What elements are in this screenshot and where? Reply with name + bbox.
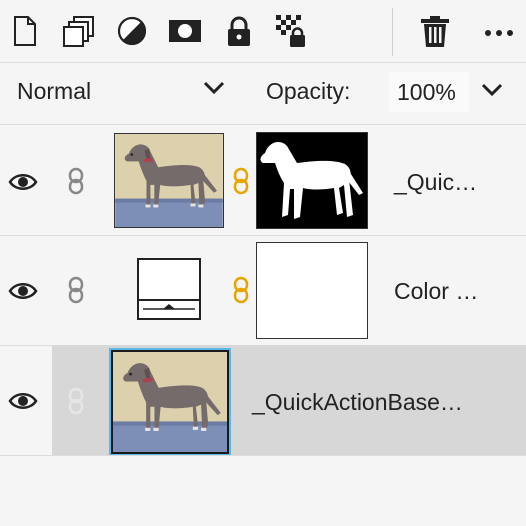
layer-mask-thumbnail[interactable] — [256, 132, 368, 229]
layers-bottom-separator — [0, 455, 526, 456]
lock-transparency-icon[interactable] — [275, 14, 309, 48]
layer-name[interactable]: _QuickActionBase… — [252, 389, 463, 416]
mask-link-icon[interactable] — [232, 167, 250, 195]
delete-icon[interactable] — [418, 14, 452, 48]
duplicate-layer-icon[interactable] — [62, 14, 96, 48]
adjustment-layer-icon[interactable] — [115, 14, 149, 48]
layers-toolbar — [0, 0, 526, 62]
layer-row[interactable]: _Quic… — [0, 125, 526, 235]
layer-thumbnail[interactable] — [111, 350, 229, 454]
more-icon[interactable] — [482, 14, 516, 48]
mask-link-icon[interactable] — [232, 276, 250, 304]
blend-opacity-row: Normal Opacity: 100% — [0, 62, 526, 124]
link-icon[interactable] — [67, 276, 85, 304]
blend-mode-select[interactable]: Normal — [17, 78, 91, 105]
opacity-label: Opacity: — [266, 78, 351, 104]
layer-row[interactable]: Color … — [0, 236, 526, 346]
color-fill-icon[interactable] — [137, 258, 201, 320]
layer-name[interactable]: _Quic… — [394, 169, 477, 196]
opacity-input[interactable]: 100% — [389, 72, 469, 112]
visibility-eye-icon[interactable] — [8, 280, 38, 302]
chevron-down-icon[interactable] — [480, 80, 504, 100]
chevron-down-icon[interactable] — [202, 78, 226, 98]
layer-mask-thumbnail[interactable] — [256, 242, 368, 339]
layer-thumbnail[interactable] — [114, 133, 224, 228]
link-icon-disabled — [68, 387, 84, 415]
add-mask-icon[interactable] — [168, 14, 202, 48]
visibility-eye-icon[interactable] — [8, 171, 38, 193]
visibility-eye-icon[interactable] — [8, 390, 38, 412]
lock-icon[interactable] — [222, 14, 256, 48]
toolbar-divider — [392, 8, 393, 56]
layer-name[interactable]: Color … — [394, 278, 478, 305]
layer-row[interactable]: _QuickActionBase… — [0, 345, 526, 455]
new-layer-icon[interactable] — [7, 14, 41, 48]
link-icon[interactable] — [67, 167, 85, 195]
